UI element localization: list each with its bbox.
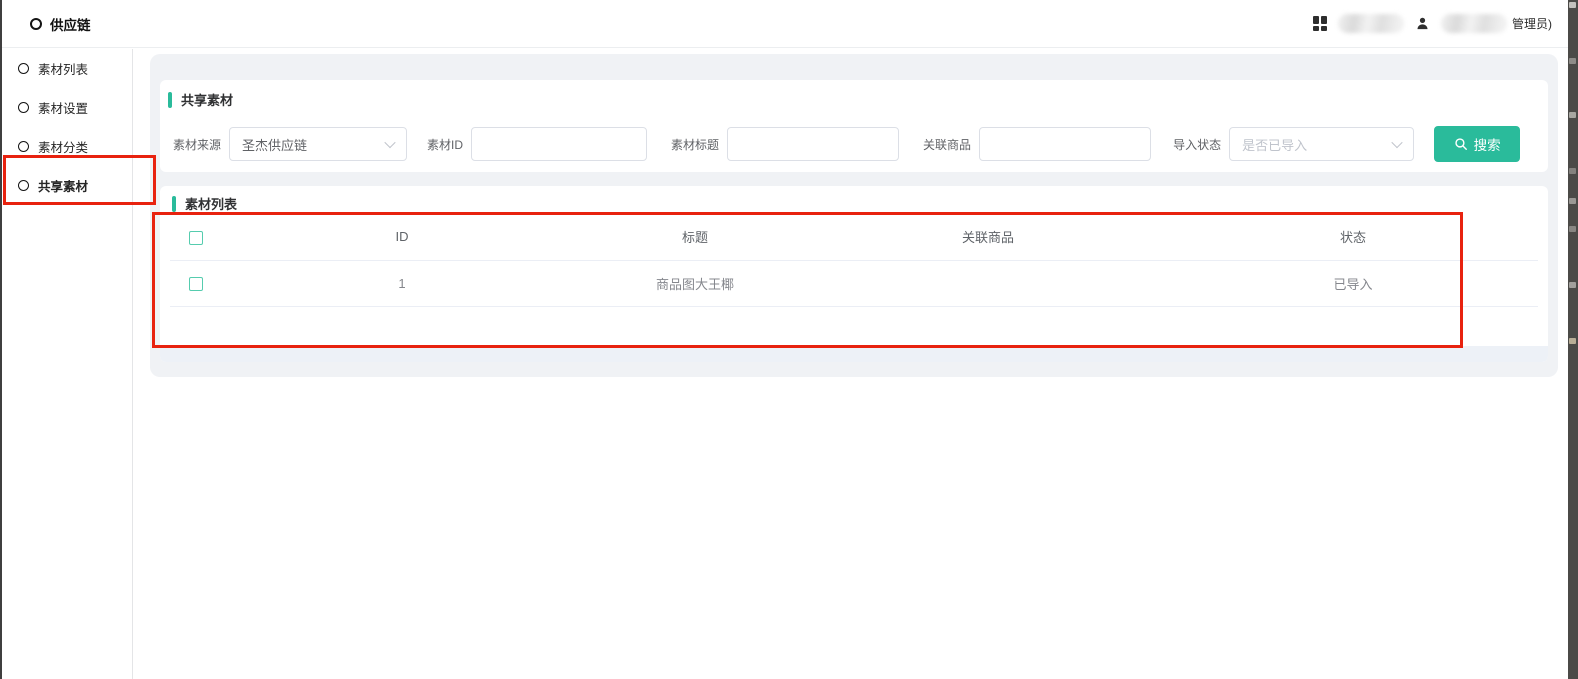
top-header: 供应链 管理员) <box>2 0 1568 48</box>
header-user-area: 管理员) <box>1313 9 1552 37</box>
sidebar-item-material-settings[interactable]: 素材设置 <box>2 88 132 127</box>
sidebar-item-material-list[interactable]: 素材列表 <box>2 49 132 88</box>
annotation-box-sidebar-shared-materials <box>3 155 156 205</box>
circle-icon <box>18 102 29 113</box>
chevron-down-icon <box>1391 137 1402 148</box>
sidebar: 素材列表 素材设置 素材分类 共享素材 <box>2 49 132 679</box>
search-button[interactable]: 搜索 <box>1434 126 1520 162</box>
logo-circle-icon <box>30 18 42 30</box>
import-status-placeholder: 是否已导入 <box>1242 135 1307 154</box>
search-icon <box>1454 137 1468 151</box>
sidebar-divider <box>132 49 133 679</box>
import-status-select[interactable]: 是否已导入 <box>1229 127 1414 161</box>
material-source-value: 圣杰供应链 <box>242 135 307 154</box>
circle-icon <box>18 141 29 152</box>
section-title-text: 共享素材 <box>181 90 233 109</box>
window-right-edge-strip <box>1568 0 1578 679</box>
material-id-field <box>471 127 647 161</box>
related-product-field <box>979 127 1151 161</box>
redacted-shop-name <box>1338 14 1404 33</box>
apps-grid-icon[interactable] <box>1313 16 1327 31</box>
app-logo: 供应链 <box>30 14 91 34</box>
related-product-input[interactable] <box>980 128 1150 160</box>
app-window: 供应链 管理员) 素材列表 素材设置 素材分类 共享素材 <box>0 0 1578 679</box>
material-title-label: 素材标题 <box>671 136 719 153</box>
related-product-label: 关联商品 <box>923 136 971 153</box>
accent-bar <box>168 92 172 108</box>
section-title-material-list: 素材列表 <box>172 194 237 213</box>
chevron-down-icon <box>384 137 395 148</box>
material-source-select[interactable]: 圣杰供应链 <box>229 127 407 161</box>
material-title-input[interactable] <box>728 128 898 160</box>
user-person-icon[interactable] <box>1415 16 1430 31</box>
accent-bar <box>172 196 176 212</box>
material-id-input[interactable] <box>472 128 646 160</box>
app-title: 供应链 <box>50 14 91 34</box>
user-role-suffix: 管理员) <box>1512 15 1552 32</box>
sidebar-item-label: 素材分类 <box>38 137 88 156</box>
material-source-label: 素材来源 <box>173 136 221 153</box>
sidebar-item-label: 素材设置 <box>38 98 88 117</box>
import-status-label: 导入状态 <box>1173 136 1221 153</box>
table-footer-strip <box>160 346 1548 362</box>
shared-materials-filter-card: 共享素材 素材来源 圣杰供应链 素材ID 素材标题 关联商品 <box>160 80 1548 172</box>
annotation-box-materials-table <box>152 212 1463 348</box>
sidebar-item-label: 素材列表 <box>38 59 88 78</box>
section-title-shared-materials: 共享素材 <box>168 90 233 109</box>
material-title-field <box>727 127 899 161</box>
material-id-label: 素材ID <box>427 136 463 153</box>
redacted-username <box>1441 14 1507 33</box>
circle-icon <box>18 63 29 74</box>
filter-form: 素材来源 圣杰供应链 素材ID 素材标题 关联商品 导入状态 <box>173 126 1520 162</box>
search-button-label: 搜索 <box>1474 134 1501 154</box>
section-title-text: 素材列表 <box>185 194 237 213</box>
